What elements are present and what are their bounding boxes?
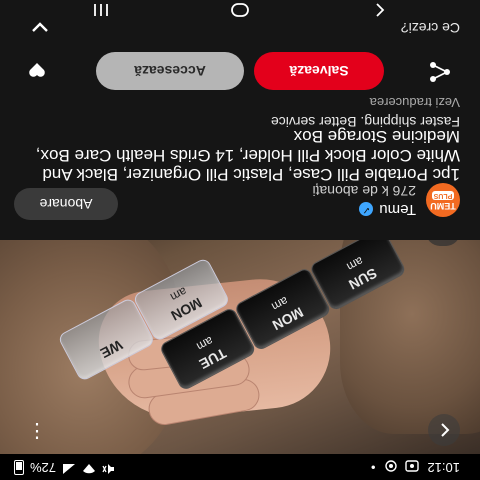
more-notifications-icon: • <box>370 460 376 475</box>
nav-recents-icon[interactable] <box>92 0 110 18</box>
nav-back-icon[interactable] <box>372 0 388 18</box>
battery-icon <box>14 460 24 475</box>
status-bar: 10:12 • 72% <box>0 454 480 480</box>
signal-icon <box>62 460 76 475</box>
product-video[interactable]: TUE am MON am SUN am MON am WE ⋮ <box>0 240 480 454</box>
nav-home-icon[interactable] <box>230 0 250 18</box>
channel-avatar[interactable]: TEMU PLUS <box>426 183 460 218</box>
back-icon[interactable] <box>428 414 460 446</box>
visit-button[interactable]: Accesează <box>96 52 244 90</box>
battery-percent: 72% <box>30 460 57 475</box>
avatar-badge: PLUS <box>431 191 455 200</box>
pill-day-label: WE <box>97 336 126 362</box>
translate-link[interactable]: Vezi traducerea <box>370 95 460 110</box>
more-options-icon[interactable]: ⋮ <box>22 414 52 444</box>
verified-icon: ✓ <box>359 202 374 217</box>
chevron-up-icon[interactable] <box>25 16 55 40</box>
screen: { "status_bar": { "time": "10:12", "batt… <box>0 0 480 480</box>
avatar-text: TEMU <box>430 201 456 211</box>
channel-info[interactable]: TEMU PLUS Temu ✓ 276 k de abonați <box>312 183 460 218</box>
comment-prompt[interactable]: Ce crezi? <box>401 20 460 36</box>
share-icon[interactable] <box>426 58 454 86</box>
save-button[interactable]: Salvează <box>254 52 384 90</box>
notification-icon <box>405 460 420 473</box>
product-title: 1pc Portable Pill Case, Plastic Pill Org… <box>35 127 460 184</box>
subscribe-button[interactable]: Abonare <box>14 188 118 220</box>
favorite-icon[interactable] <box>22 56 52 86</box>
channel-name[interactable]: Temu <box>379 201 416 218</box>
promo-text: Faster shipping. Better service <box>270 114 460 130</box>
wifi-icon <box>82 460 96 475</box>
app-notification-icon <box>383 460 398 473</box>
status-time: 10:12 <box>427 460 460 475</box>
mute-icon <box>102 460 116 475</box>
subscriber-count: 276 k de abonați <box>312 183 416 199</box>
system-nav-bar <box>0 0 480 18</box>
